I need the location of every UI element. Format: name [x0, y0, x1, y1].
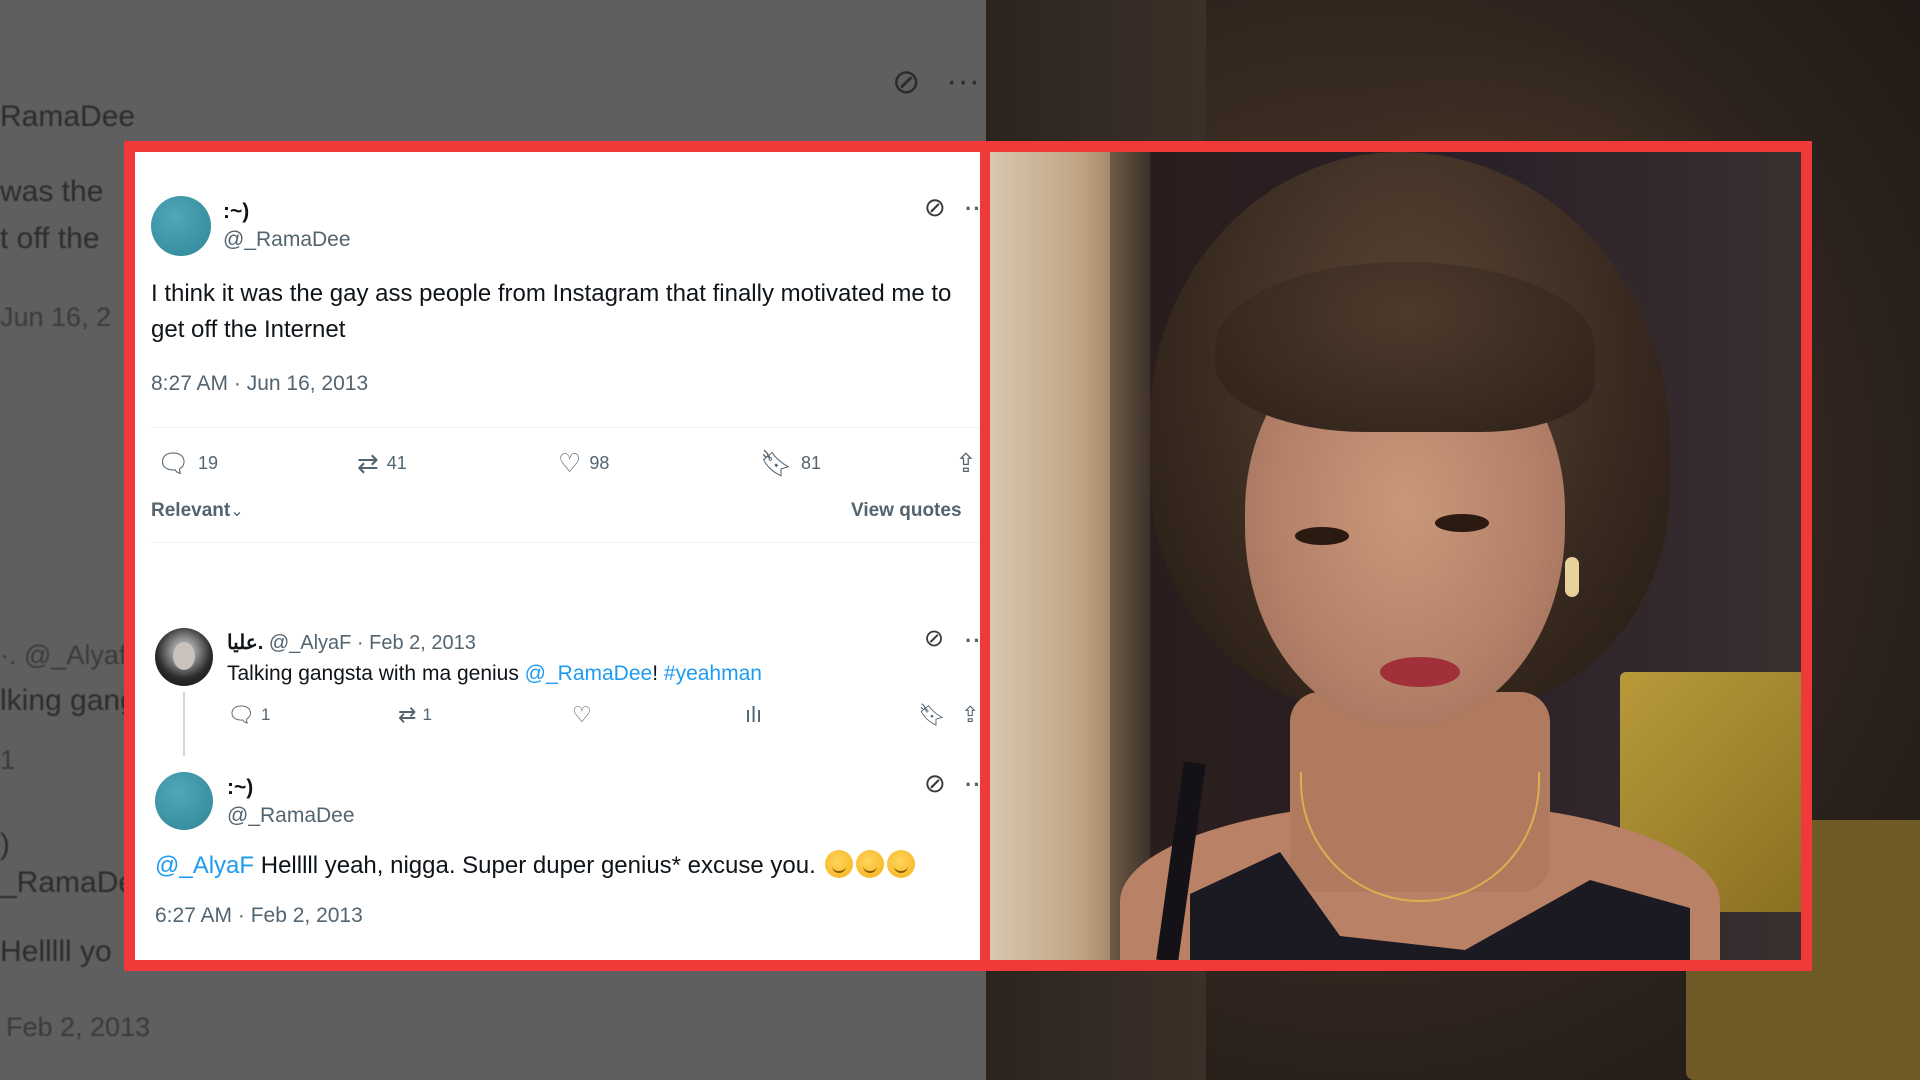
reply-text-mid: ! — [652, 662, 664, 685]
bg-text: was the — [0, 175, 104, 208]
sync-off-icon[interactable]: ⊘ — [924, 768, 946, 799]
fringe — [1215, 262, 1595, 432]
author-handle[interactable]: @_RamaDee — [223, 228, 351, 252]
like-icon: ♡ — [572, 702, 592, 727]
mention-link[interactable]: @_AlyaF — [155, 852, 254, 879]
retweet-icon: ⇄ — [357, 448, 379, 478]
reply-icon: 🗨︎ — [227, 702, 255, 727]
like-button[interactable]: ♡ 98 — [558, 450, 609, 476]
author-name[interactable]: :~) — [223, 200, 249, 224]
bg-handle: RamaDee — [0, 100, 136, 133]
author-name[interactable]: عليا. — [227, 632, 263, 654]
bg-date: Jun 16, 2 — [0, 302, 112, 332]
bookmark-icon: 🔖︎ — [760, 448, 794, 478]
bookmark-icon: 🔖︎ — [918, 702, 946, 727]
more-dots-icon[interactable]: ··· — [965, 628, 980, 654]
tweet-screenshot: :~) @_RamaDee ⊘ ··· I think it was the g… — [135, 152, 980, 960]
sync-off-icon[interactable]: ⊘ — [924, 624, 944, 653]
frame-divider — [980, 141, 990, 971]
sync-off-icon[interactable]: ⊘ — [924, 192, 946, 223]
share-button[interactable]: ⇪ — [955, 450, 977, 476]
bg-more-dots-icon: ··· — [946, 62, 980, 100]
divider — [151, 427, 980, 428]
reply-button[interactable]: 🗨︎ 1 — [227, 704, 270, 726]
share-icon: ⇪ — [961, 702, 980, 727]
like-icon: ♡ — [558, 448, 582, 478]
earring — [1565, 557, 1579, 597]
bg-count: 1 — [0, 745, 16, 775]
tweet-timestamp[interactable]: 8:27 AM · Jun 16, 2013 — [151, 372, 368, 396]
reply-text-prefix: Talking gangsta with ma genius — [227, 662, 525, 685]
avatar[interactable] — [151, 196, 211, 256]
retweet-button[interactable]: ⇄ 1 — [398, 704, 432, 726]
analytics-button[interactable]: ılı — [745, 704, 762, 726]
reply-count: 19 — [198, 452, 219, 473]
tweet-text: I think it was the gay ass people from I… — [151, 280, 952, 343]
smirk-emoji-icon — [887, 850, 916, 878]
reply-date[interactable]: Feb 2, 2013 — [369, 632, 476, 654]
mention-link[interactable]: @_RamaDee — [525, 662, 653, 685]
bg-text: lking gang — [0, 684, 137, 717]
retweet-count: 1 — [422, 705, 432, 724]
share-button[interactable]: ⇪ — [961, 704, 979, 726]
reply-text: Talking gangsta with ma genius @_RamaDee… — [227, 662, 762, 686]
avatar[interactable] — [155, 628, 213, 686]
right-eye — [1435, 514, 1489, 532]
tweet-timestamp[interactable]: 6:27 AM · Feb 2, 2013 — [155, 904, 363, 928]
avatar[interactable] — [155, 772, 213, 830]
bookmark-button[interactable]: 🔖︎ — [918, 704, 946, 726]
share-icon: ⇪ — [955, 448, 977, 478]
author-name[interactable]: :~) — [227, 776, 253, 800]
retweet-icon: ⇄ — [398, 702, 417, 727]
analytics-icon: ılı — [745, 702, 763, 727]
like-button[interactable]: ♡ — [572, 704, 592, 726]
reply-button[interactable]: 🗨︎ 19 — [157, 450, 218, 476]
view-quotes-link[interactable]: View quotes — [851, 500, 962, 522]
avatar-face — [173, 642, 195, 670]
author-handle[interactable]: @_RamaDee — [227, 804, 355, 828]
bg-date: Feb 2, 2013 — [6, 1012, 151, 1042]
door-panel — [990, 152, 1120, 960]
bg-text: Helllll yo — [0, 935, 112, 968]
door-frame — [1110, 152, 1150, 960]
left-eye — [1295, 527, 1349, 545]
reply-count: 1 — [260, 705, 271, 724]
smirk-emoji-icon — [825, 850, 854, 878]
more-dots-icon[interactable]: ··· — [965, 772, 980, 798]
bookmark-count: 81 — [801, 452, 822, 473]
bg-handle: ·. @_Alyaf — [0, 640, 127, 670]
response-text: @_AlyaF Helllll yeah, nigga. Super duper… — [155, 850, 916, 880]
sort-label: Relevant — [151, 500, 231, 521]
bookmark-button[interactable]: 🔖︎ 81 — [760, 450, 821, 476]
sort-dropdown[interactable]: Relevant⌄ — [151, 500, 244, 522]
bg-name: ) — [0, 828, 10, 861]
portrait-photo — [990, 152, 1801, 960]
bg-sync-off-icon: ⊘ — [892, 63, 921, 101]
more-dots-icon[interactable]: ··· — [965, 196, 980, 222]
lips — [1380, 657, 1460, 687]
chevron-down-icon: ⌄ — [230, 503, 244, 520]
reply-icon: 🗨︎ — [157, 448, 191, 478]
author-handle[interactable]: @_AlyaF — [269, 632, 352, 654]
hashtag-link[interactable]: #yeahman — [664, 662, 762, 685]
divider — [151, 542, 980, 543]
smirk-emoji-icon — [856, 850, 885, 878]
response-body: Helllll yeah, nigga. Super duper genius*… — [254, 852, 823, 879]
bg-text: t off the — [0, 222, 100, 255]
retweet-button[interactable]: ⇄ 41 — [357, 450, 407, 476]
thread-line — [183, 692, 185, 756]
reply-header: عليا. @_AlyaF · Feb 2, 2013 — [227, 632, 476, 654]
like-count: 98 — [589, 452, 610, 473]
retweet-count: 41 — [386, 452, 407, 473]
